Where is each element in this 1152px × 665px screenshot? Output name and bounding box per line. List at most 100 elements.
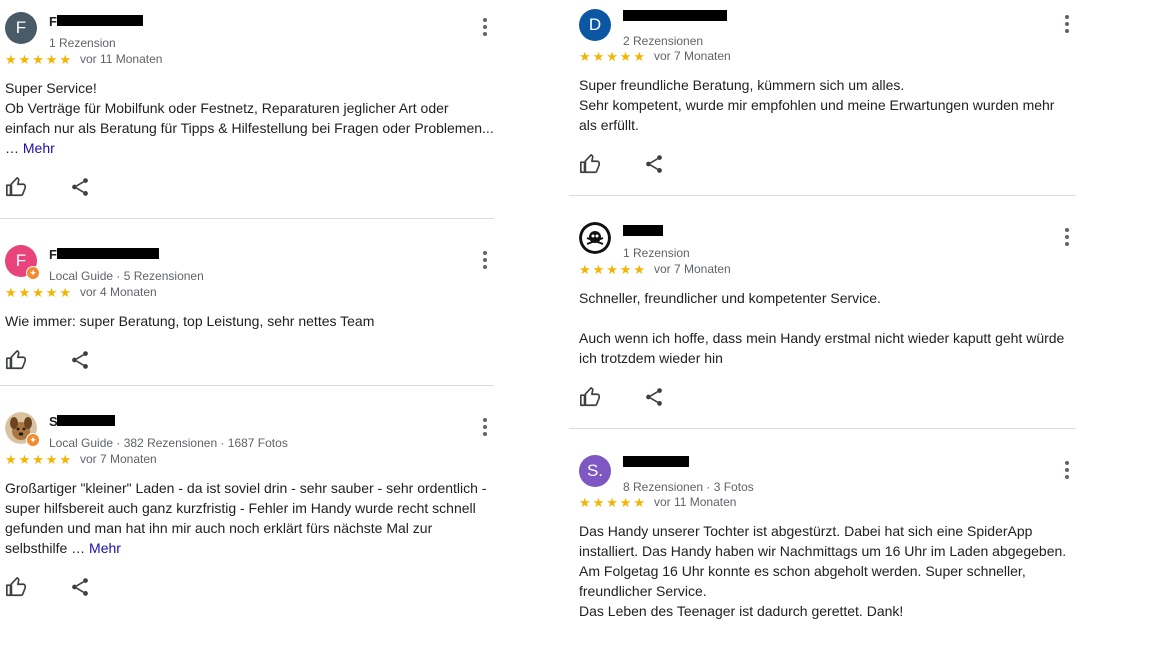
- star-icon: ★: [606, 261, 618, 277]
- review-date: vor 7 Monaten: [653, 49, 731, 63]
- star-icon: ★: [18, 451, 31, 467]
- star-icon: ★: [592, 48, 605, 64]
- reviewer-meta: Local Guide · 5 Rezensionen: [49, 269, 204, 283]
- star-icon: ★: [32, 51, 44, 67]
- star-icon: ★: [579, 48, 591, 64]
- reviewer-meta: 1 Rezension: [623, 246, 690, 260]
- share-icon[interactable]: [643, 386, 665, 408]
- reviews-column-left: F F 1 Rezension ★ ★ ★ ★ ★ vor 11 Monaten Sup…: [0, 0, 494, 618]
- avatar[interactable]: S.: [579, 455, 611, 487]
- reviewer-meta: 2 Rezensionen: [623, 34, 704, 48]
- thumbs-up-icon[interactable]: [5, 176, 27, 198]
- avatar[interactable]: F: [5, 12, 37, 44]
- review-date: vor 4 Monaten: [79, 285, 157, 299]
- review-card: F F 1 Rezension ★ ★ ★ ★ ★ vor 11 Monaten Sup…: [0, 0, 494, 219]
- more-options-icon[interactable]: [1062, 226, 1072, 246]
- thumbs-up-icon[interactable]: [579, 386, 601, 408]
- more-options-icon[interactable]: [480, 249, 490, 269]
- more-options-icon[interactable]: [1062, 459, 1072, 479]
- rating-row: ★ ★ ★ ★ ★ vor 11 Monaten: [5, 51, 494, 67]
- review-header: F F 1 Rezension: [5, 10, 494, 50]
- star-icon: ★: [32, 284, 44, 300]
- review-card: D 2 Rezensionen ★ ★ ★ ★ ★ vor 7 Monaten Supe…: [569, 0, 1076, 196]
- reviewer-name[interactable]: Friederike Nebel: [49, 248, 159, 262]
- review-header: Marc 1 Rezension: [579, 220, 1076, 260]
- reviewer-name[interactable]: F: [49, 15, 143, 29]
- review-date: vor 7 Monaten: [79, 452, 157, 466]
- share-icon[interactable]: [69, 576, 91, 598]
- review-actions: [579, 135, 1076, 195]
- star-icon: ★: [45, 451, 58, 467]
- redaction-bar: [623, 10, 727, 21]
- avatar[interactable]: ✦: [5, 412, 40, 447]
- avatar-letter: F: [5, 12, 37, 44]
- avatar[interactable]: D: [579, 9, 611, 41]
- thumbs-up-icon[interactable]: [5, 349, 27, 371]
- avatar[interactable]: [579, 222, 611, 254]
- reviewer-meta: Local Guide · 382 Rezensionen · 1687 Fot…: [49, 436, 288, 450]
- review-header: F ✦ Friederike Nebel Local Guide · 5 Rez…: [5, 243, 494, 283]
- more-options-icon[interactable]: [480, 416, 490, 436]
- share-icon[interactable]: [69, 176, 91, 198]
- avatar-letter: D: [579, 9, 611, 41]
- thumbs-up-icon[interactable]: [579, 153, 601, 175]
- star-icon: ★: [45, 51, 58, 67]
- reviewer-name[interactable]: S: [49, 415, 115, 429]
- star-icon: ★: [592, 261, 605, 277]
- redaction-bar: [623, 225, 663, 236]
- review-card: F ✦ Friederike Nebel Local Guide · 5 Rez…: [0, 219, 494, 386]
- star-rating: ★ ★ ★ ★ ★: [579, 263, 647, 276]
- review-header: D 2 Rezensionen: [579, 7, 1076, 48]
- rating-row: ★ ★ ★ ★ ★ vor 7 Monaten: [5, 451, 494, 467]
- avatar-letter: S.: [579, 455, 611, 487]
- more-options-icon[interactable]: [1062, 13, 1072, 33]
- star-icon: ★: [619, 494, 632, 510]
- skull-avatar-icon: [579, 222, 611, 254]
- review-text: Großartiger "kleiner" Laden - da ist sov…: [5, 480, 487, 556]
- review-date: vor 11 Monaten: [653, 495, 737, 509]
- local-guide-badge-icon: ✦: [26, 266, 40, 280]
- redaction-bar: [57, 15, 143, 26]
- star-icon: ★: [5, 284, 17, 300]
- review-text: Super Service! Ob Verträge für Mobilfunk…: [5, 80, 494, 156]
- star-icon: ★: [59, 451, 72, 467]
- review-actions: [5, 158, 494, 218]
- star-icon: ★: [59, 284, 72, 300]
- star-icon: ★: [59, 51, 72, 67]
- rating-row: ★ ★ ★ ★ ★ vor 7 Monaten: [579, 261, 1076, 277]
- star-icon: ★: [18, 51, 31, 67]
- star-icon: ★: [606, 48, 618, 64]
- review-actions: [5, 558, 494, 618]
- star-rating: ★ ★ ★ ★ ★: [579, 496, 647, 509]
- more-options-icon[interactable]: [480, 16, 490, 36]
- redaction-bar: [57, 415, 115, 426]
- review-card: ✦ S Local Guide · 382 Rezensionen · 1687…: [5, 386, 494, 618]
- share-icon[interactable]: [643, 153, 665, 175]
- star-icon: ★: [633, 261, 646, 277]
- review-date: vor 7 Monaten: [653, 262, 731, 276]
- more-link[interactable]: Mehr: [89, 540, 121, 556]
- reviewer-name[interactable]: Marc: [623, 225, 663, 239]
- reviewer-meta: 1 Rezension: [49, 36, 116, 50]
- redaction-bar: [57, 248, 159, 259]
- review-text: Schneller, freundlicher und kompetenter …: [579, 290, 1065, 366]
- review-text: Das Handy unserer Tochter ist abgestürzt…: [579, 523, 1067, 619]
- star-icon: ★: [5, 451, 17, 467]
- avatar[interactable]: F ✦: [5, 245, 40, 280]
- star-icon: ★: [633, 494, 646, 510]
- rating-row: ★ ★ ★ ★ ★ vor 11 Monaten: [579, 494, 1076, 510]
- review-date: vor 11 Monaten: [79, 52, 163, 66]
- review-text: Super freundliche Beratung, kümmern sich…: [579, 77, 1055, 133]
- review-actions: [579, 368, 1076, 428]
- star-icon: ★: [592, 494, 605, 510]
- star-icon: ★: [579, 494, 591, 510]
- star-rating: ★ ★ ★ ★ ★: [579, 50, 647, 63]
- review-text: Wie immer: super Beratung, top Leistung,…: [5, 313, 375, 329]
- review-header: ✦ S Local Guide · 382 Rezensionen · 1687…: [5, 410, 494, 450]
- share-icon[interactable]: [69, 349, 91, 371]
- more-link[interactable]: Mehr: [23, 140, 55, 156]
- review-actions: [5, 331, 494, 385]
- thumbs-up-icon[interactable]: [5, 576, 27, 598]
- star-icon: ★: [32, 451, 44, 467]
- star-icon: ★: [619, 48, 632, 64]
